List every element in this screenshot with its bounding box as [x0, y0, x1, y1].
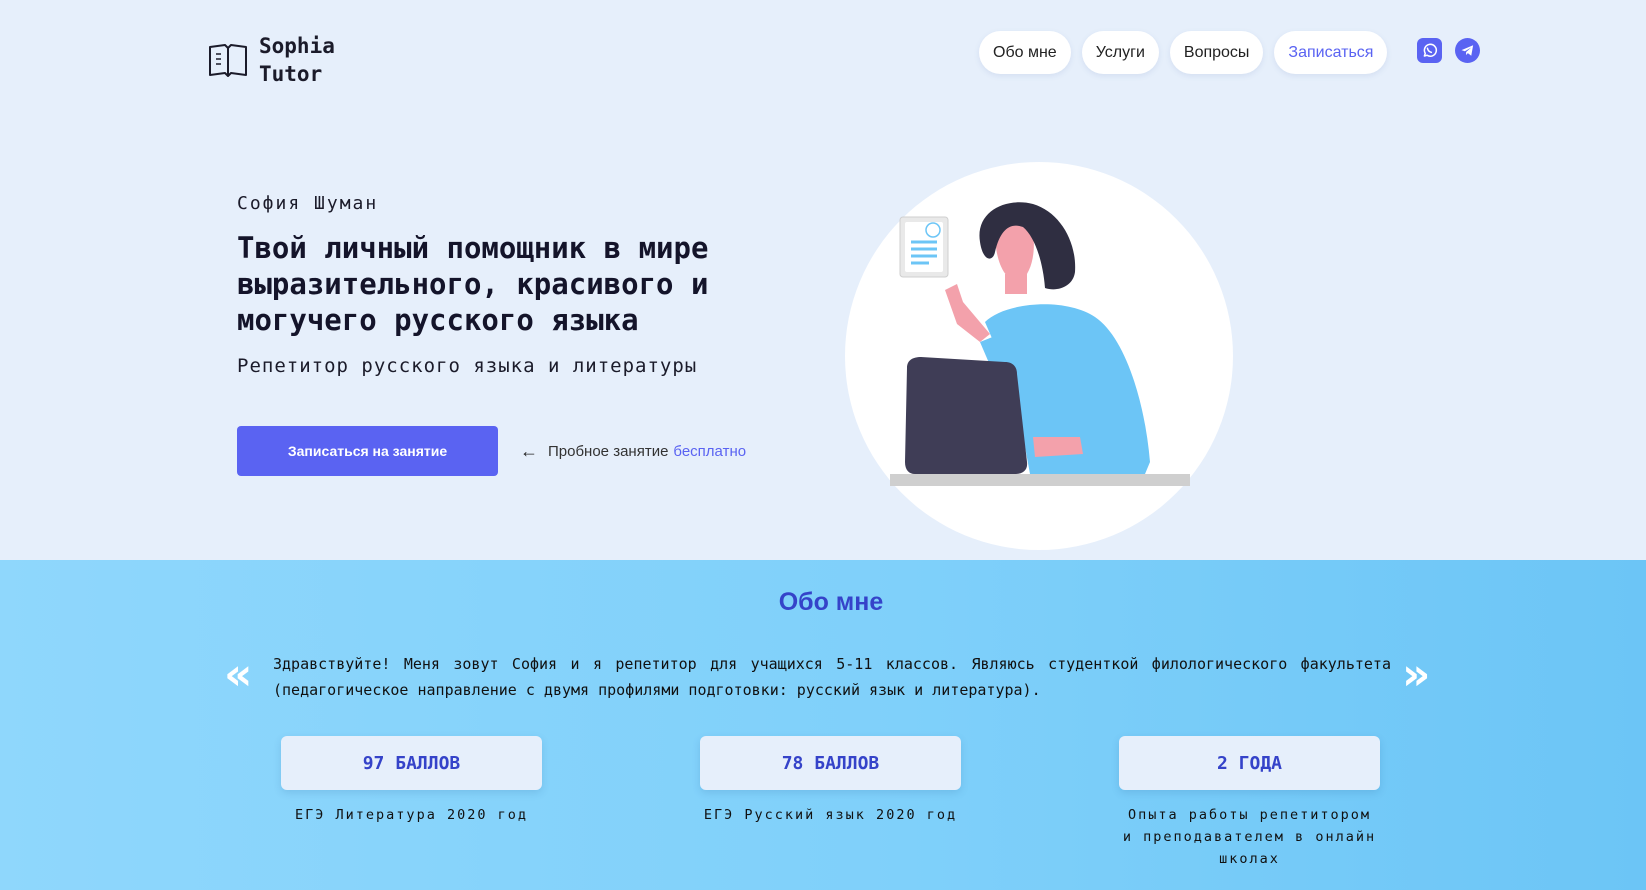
stat-card: 97 БАЛЛОВ ЕГЭ Литература 2020 год — [281, 736, 542, 826]
about-section: Обо мне « Здравствуйте! Меня зовут София… — [0, 560, 1646, 890]
logo-line-1: Sophia — [259, 34, 335, 58]
hero-subtitle: Репетитор русского языка и литературы — [237, 355, 698, 377]
stat-label: ЕГЭ Литература 2020 год — [295, 807, 528, 823]
stat-label: ЕГЭ Русский язык 2020 год — [703, 807, 958, 823]
nav-about[interactable]: Обо мне — [979, 31, 1071, 74]
open-book-icon — [209, 44, 247, 77]
logo[interactable]: Sophia Tutor — [207, 32, 335, 88]
tutor-name: София Шуман — [237, 193, 379, 214]
stat-value: 97 БАЛЛОВ — [281, 736, 542, 790]
chevron-right-icon[interactable]: » — [1402, 653, 1430, 697]
stat-card: 78 БАЛЛОВ ЕГЭ Русский язык 2020 год — [700, 736, 961, 826]
telegram-icon[interactable] — [1455, 38, 1480, 63]
hero-section: Sophia Tutor Обо мне Услуги Вопросы Запи… — [0, 0, 1646, 560]
whatsapp-icon[interactable] — [1417, 38, 1442, 63]
hero-title: Твой личный помощник в мире выразительно… — [237, 231, 709, 337]
logo-line-2: Tutor — [259, 62, 323, 86]
stat-label: Опыта работы репетитором и преподавателе… — [1122, 807, 1377, 867]
nav-signup[interactable]: Записаться — [1274, 31, 1388, 74]
signup-lesson-button[interactable]: Записаться на занятие — [237, 426, 498, 476]
trial-text: Пробное занятие — [548, 443, 669, 460]
nav-services[interactable]: Услуги — [1081, 31, 1159, 74]
stat-value: 2 ГОДА — [1119, 736, 1380, 790]
stat-value: 78 БАЛЛОВ — [700, 736, 961, 790]
main-nav: Обо мне Услуги Вопросы Записаться — [979, 31, 1388, 74]
tutor-illustration — [845, 162, 1233, 550]
arrow-left-icon: ← — [520, 441, 538, 461]
about-title: Обо мне — [778, 588, 884, 616]
stat-card: 2 ГОДА Опыта работы репетитором и препод… — [1119, 736, 1380, 870]
about-text: Здравствуйте! Меня зовут София и я репет… — [273, 655, 1391, 699]
trial-note: ← Пробное занятие бесплатно — [520, 441, 746, 462]
trial-free-link[interactable]: бесплатно — [673, 443, 746, 460]
nav-questions[interactable]: Вопросы — [1169, 31, 1264, 74]
chevron-left-icon[interactable]: « — [224, 653, 252, 697]
